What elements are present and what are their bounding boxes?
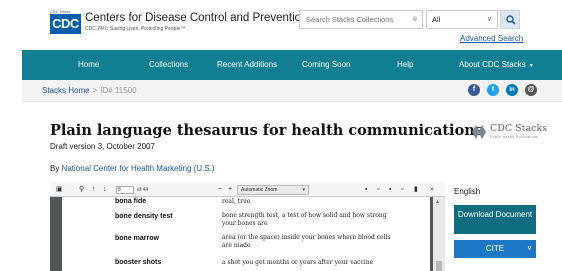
chevron-down-icon: ▾ xyxy=(302,187,305,193)
search-input[interactable] xyxy=(300,11,410,28)
bookmark-icon[interactable]: ▮ xyxy=(414,185,418,195)
search-scope-select[interactable]: All ∨ xyxy=(426,10,498,29)
nav-recent-additions[interactable]: Recent Additions xyxy=(217,50,277,80)
page-title: Plain language thesaurus for health comm… xyxy=(50,122,483,139)
nav-help[interactable]: Help xyxy=(397,50,413,80)
twitter-icon[interactable]: t xyxy=(487,84,499,96)
search-scope-value: All xyxy=(432,15,441,24)
cite-label: CITE xyxy=(485,244,505,253)
email-icon[interactable]: @ xyxy=(525,84,537,96)
tools-menu-icon[interactable]: » xyxy=(430,185,434,195)
author-line: By National Center for Health Marketing … xyxy=(50,164,215,173)
cite-button[interactable]: CITE ∨ xyxy=(454,240,536,258)
scroll-up-icon[interactable]: ▲ xyxy=(435,199,440,205)
caret-down-icon: ▾ xyxy=(529,63,533,69)
stacks-logo-sub: Public Health Publications xyxy=(490,135,539,139)
term: bone density test xyxy=(115,213,173,220)
org-name: Centers for Disease Control and Preventi… xyxy=(85,12,308,24)
page-number-input[interactable]: 8 xyxy=(116,186,134,194)
nav-about-cdc-stacks[interactable]: About CDC Stacks ▾ xyxy=(459,50,533,80)
stacks-logo-word: CDC Stacks xyxy=(490,123,548,134)
breadcrumb: Stacks Home > ID# 11500 xyxy=(42,86,137,95)
breadcrumb-bar: Stacks Home > ID# 11500 f t in @ xyxy=(22,80,562,102)
org-tagline: CDC 24/7: Saving Lives, Protecting Peopl… xyxy=(85,26,186,32)
definition: area (or the space) inside your bones wh… xyxy=(222,234,391,249)
find-icon[interactable]: ⚲ xyxy=(79,185,84,195)
search-box: ⊗ xyxy=(299,10,423,29)
chevron-down-icon: ∨ xyxy=(486,16,492,23)
nav-coming-soon[interactable]: Coming Soon xyxy=(302,50,350,80)
pdf-toolbar: ▣ ⚲ ↑ ↓ 8 of 44 − + Automatic Zoom ▾ ▪ ▫… xyxy=(50,183,445,197)
main-nav: Home Collections Recent Additions Coming… xyxy=(22,50,562,80)
zoom-in-icon[interactable]: + xyxy=(228,185,232,195)
next-page-icon[interactable]: ↓ xyxy=(103,185,107,195)
pdf-viewer: ▣ ⚲ ↑ ↓ 8 of 44 − + Automatic Zoom ▾ ▪ ▫… xyxy=(50,183,445,271)
open-file-icon[interactable]: ▫ xyxy=(377,185,379,195)
search-icon xyxy=(506,15,516,25)
term: booster shots xyxy=(115,259,162,266)
cdc-stacks-logo: CDC Stacks Public Health Publications xyxy=(470,122,547,144)
clear-search-icon[interactable]: ⊗ xyxy=(412,15,418,23)
facebook-icon[interactable]: f xyxy=(468,84,480,96)
language-label: English xyxy=(454,187,481,196)
pdf-scrollbar[interactable]: ▲ xyxy=(433,197,445,271)
download-icon[interactable]: ▫ xyxy=(401,185,403,195)
print-icon[interactable]: ▪ xyxy=(389,185,391,195)
chevron-down-icon: ∨ xyxy=(526,245,532,252)
nav-home[interactable]: Home xyxy=(78,50,99,80)
breadcrumb-separator: > xyxy=(92,86,98,95)
scrollbar-thumb[interactable] xyxy=(436,261,442,271)
definition: bone strength test, a test of how solid … xyxy=(222,212,387,227)
advanced-search-link[interactable]: Advanced Search xyxy=(460,34,523,43)
zoom-out-icon[interactable]: − xyxy=(218,185,222,195)
definition: a shot you get months or years after you… xyxy=(222,259,374,266)
document-version: Draft version 3, October 2007 xyxy=(50,142,155,151)
cdc-logo[interactable]: CDC Home CDC xyxy=(50,9,81,34)
zoom-select[interactable]: Automatic Zoom ▾ xyxy=(237,185,309,195)
cdc-logo-mark[interactable]: CDC xyxy=(50,14,81,34)
breadcrumb-id: ID# 11500 xyxy=(100,86,137,95)
previous-page-icon[interactable]: ↑ xyxy=(92,185,96,195)
download-document-button[interactable]: Download Document xyxy=(454,205,536,234)
presentation-mode-icon[interactable]: ▪ xyxy=(365,185,367,195)
site-header: CDC Home CDC Centers for Disease Control… xyxy=(0,0,562,50)
breadcrumb-home-link[interactable]: Stacks Home xyxy=(42,86,90,95)
stacks-logo-icon xyxy=(472,125,486,139)
document-page: bona fide real, true bone density test b… xyxy=(62,197,430,271)
author-link[interactable]: National Center for Health Marketing (U.… xyxy=(62,164,215,173)
search-button[interactable] xyxy=(500,10,520,29)
nav-collections[interactable]: Collections xyxy=(149,50,188,80)
definition: real, true xyxy=(222,198,251,205)
by-prefix: By xyxy=(50,164,60,173)
sidebar-toggle-icon[interactable]: ▣ xyxy=(56,185,63,195)
page-total: of 44 xyxy=(137,187,149,193)
term: bona fide xyxy=(115,198,147,205)
nav-about-label: About CDC Stacks xyxy=(459,60,526,69)
linkedin-icon[interactable]: in xyxy=(506,84,518,96)
term: bone marrow xyxy=(115,235,159,242)
zoom-value: Automatic Zoom xyxy=(241,187,278,193)
